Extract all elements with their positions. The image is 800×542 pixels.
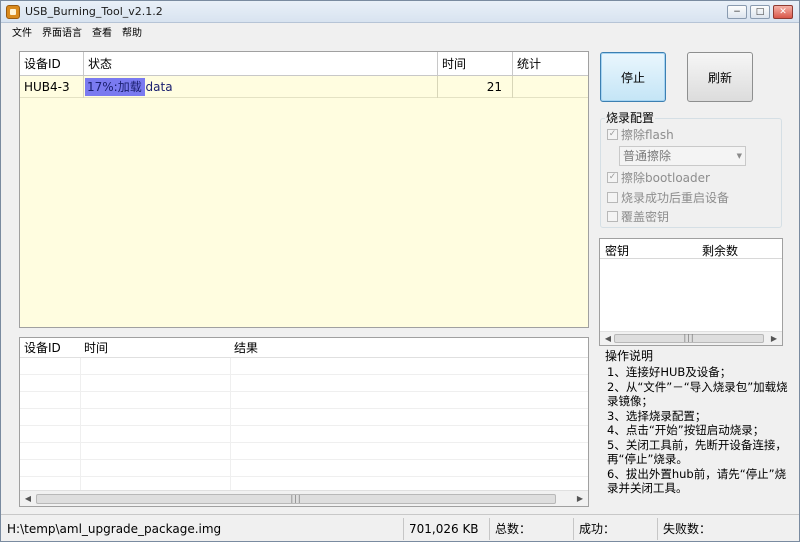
col-time[interactable]: 时间 [438,52,513,76]
status-size: 701,026 KB [409,522,479,536]
scroll-right-icon[interactable]: ▶ [572,491,588,507]
title-bar[interactable]: USB_Burning_Tool_v2.1.2 − □ ✕ [1,1,799,23]
col-stat[interactable]: 统计 [513,52,590,76]
app-window: USB_Burning_Tool_v2.1.2 − □ ✕ 文件 界面语言 查看… [0,0,800,542]
status-separator [403,518,404,540]
checkbox-checked-icon: ✓ [607,171,618,183]
result-hscrollbar[interactable]: ◀ ||| ▶ [20,490,588,506]
device-table-body: HUB4-3 17%:加载 data 21 [20,76,588,327]
menu-bar: 文件 界面语言 查看 帮助 [1,23,799,39]
chevron-down-icon: ▼ [736,152,742,160]
table-row[interactable]: HUB4-3 17%:加载 data 21 [20,76,588,98]
erase-flash-checkbox[interactable]: ✓ 擦除flash [607,126,674,142]
col-status[interactable]: 状态 [84,52,438,76]
menu-help[interactable]: 帮助 [122,24,142,39]
device-table-header: 设备ID 状态 时间 统计 [20,52,588,76]
refresh-button[interactable]: 刷新 [687,52,753,102]
status-cell: 17%:加载 data [84,76,438,98]
close-button[interactable]: ✕ [773,5,793,19]
key-table: 密钥 剩余数 ◀ ||| ▶ [599,238,783,346]
progress-bar: 17%:加载 data [85,78,435,96]
erase-bootloader-checkbox[interactable]: ✓ 擦除bootloader [607,169,710,185]
menu-view[interactable]: 查看 [92,24,112,39]
status-success: 成功： [579,522,616,536]
erase-mode-select[interactable]: 普通擦除 ▼ [619,146,746,166]
result-table-body [20,358,588,490]
result-grid-lines [20,358,588,490]
overwrite-key-checkbox[interactable]: 覆盖密钥 [607,208,669,224]
burn-config-title: 烧录配置 [605,109,656,126]
status-fail: 失败数： [663,522,712,536]
stat-cell [513,76,590,98]
status-separator [573,518,574,540]
col-result-time[interactable]: 时间 [80,338,230,358]
scroll-grip: ||| [290,494,302,503]
stop-button[interactable]: 停止 [600,52,666,102]
status-path: H:\temp\aml_upgrade_package.img [7,522,222,536]
scroll-right-icon[interactable]: ▶ [766,332,782,346]
status-separator [489,518,490,540]
status-total: 总数： [495,522,532,536]
status-separator [657,518,658,540]
status-bar: H:\temp\aml_upgrade_package.img 701,026 … [1,514,799,541]
key-hscrollbar[interactable]: ◀ ||| ▶ [600,331,782,345]
col-key[interactable]: 密钥 [605,242,629,259]
progress-text: 17%:加载 data [87,80,173,94]
col-device-id[interactable]: 设备ID [20,52,84,76]
menu-file[interactable]: 文件 [12,24,32,39]
result-table: 设备ID 时间 结果 ◀ ||| ▶ [19,337,589,507]
instructions-title: 操作说明 [605,349,654,363]
minimize-button[interactable]: − [727,5,747,19]
erase-bootloader-label: 擦除bootloader [621,170,710,185]
instructions-text: 1、连接好HUB及设备； 2、从“文件”－“导入烧录包”加载烧录镜像； 3、选择… [607,365,788,495]
erase-mode-value: 普通擦除 [623,149,672,163]
scroll-thumb[interactable]: ||| [36,494,556,504]
key-table-header: 密钥 剩余数 [600,239,782,259]
scroll-grip: ||| [683,333,695,342]
maximize-button[interactable]: □ [750,5,770,19]
col-result-device-id[interactable]: 设备ID [20,338,80,358]
menu-language[interactable]: 界面语言 [42,24,82,39]
time-cell: 21 [438,76,513,98]
reboot-after-label: 烧录成功后重启设备 [621,190,730,205]
checkbox-empty-icon [607,191,618,203]
result-table-header: 设备ID 时间 结果 [20,338,588,358]
window-title: USB_Burning_Tool_v2.1.2 [25,5,163,18]
checkbox-empty-icon [607,210,618,222]
device-id-cell: HUB4-3 [20,76,84,98]
scroll-thumb[interactable]: ||| [614,333,764,343]
app-icon [6,5,20,19]
col-remaining[interactable]: 剩余数 [702,242,738,259]
col-result[interactable]: 结果 [230,338,430,358]
reboot-after-checkbox[interactable]: 烧录成功后重启设备 [607,189,729,205]
device-table: 设备ID 状态 时间 统计 HUB4-3 17%:加载 data 21 [19,51,589,328]
scroll-left-icon[interactable]: ◀ [20,491,36,507]
overwrite-key-label: 覆盖密钥 [621,209,670,224]
checkbox-checked-icon: ✓ [607,128,618,140]
erase-flash-label: 擦除flash [621,127,674,142]
